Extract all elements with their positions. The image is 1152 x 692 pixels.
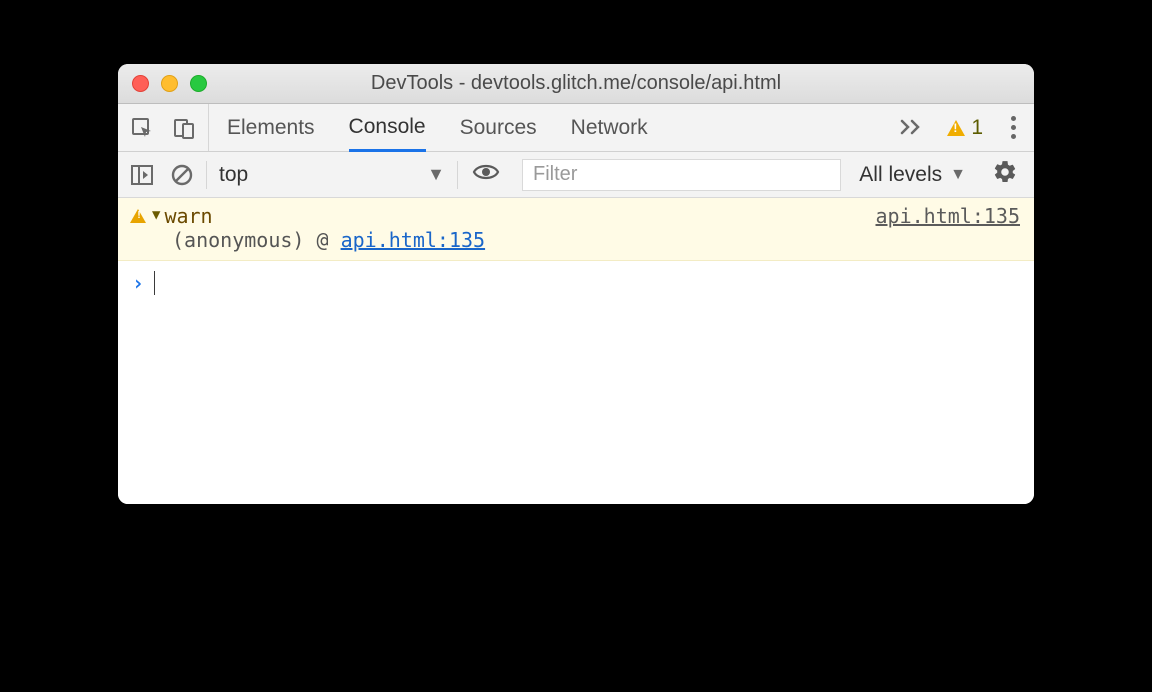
window-minimize-button[interactable] [161,75,178,92]
warning-icon [947,120,965,136]
log-levels-select[interactable]: All levels ▼ [849,163,976,187]
warning-stack-frame: (anonymous) @ api.html:135 [130,228,1020,252]
main-menu-button[interactable] [993,116,1034,139]
kebab-icon [1011,116,1016,139]
execution-context-value: top [219,163,248,187]
live-expression-icon[interactable] [472,162,500,182]
prompt-chevron-icon: › [132,271,144,295]
tab-sources[interactable]: Sources [460,104,537,151]
window-close-button[interactable] [132,75,149,92]
text-caret [154,271,155,295]
chevron-down-icon: ▼ [427,164,445,185]
more-tabs-button[interactable] [885,115,937,141]
console-output: ▼ warn api.html:135 (anonymous) @ api.ht… [118,198,1034,504]
execution-context-select[interactable]: top ▼ [207,152,457,197]
warning-source-link[interactable]: api.html:135 [876,204,1021,228]
warnings-count: 1 [971,116,983,140]
clear-console-icon[interactable] [170,163,194,187]
window-traffic-lights [132,75,207,92]
disclosure-triangle-icon[interactable]: ▼ [152,207,160,223]
console-sidebar-toggle-icon[interactable] [130,164,154,186]
console-filter-input[interactable] [522,159,841,191]
warnings-badge[interactable]: 1 [937,116,993,140]
log-levels-label: All levels [859,163,942,187]
tab-console[interactable]: Console [349,105,426,152]
tab-elements[interactable]: Elements [227,104,315,151]
devtools-window: DevTools - devtools.glitch.me/console/ap… [118,64,1034,504]
warning-label: warn [164,204,212,228]
console-settings-icon[interactable] [992,159,1018,185]
window-titlebar: DevTools - devtools.glitch.me/console/ap… [118,64,1034,104]
tab-network[interactable]: Network [571,104,648,151]
chevron-down-icon: ▼ [950,166,966,184]
console-warning-message: ▼ warn api.html:135 (anonymous) @ api.ht… [118,198,1034,261]
warning-icon [130,209,146,223]
main-tabsbar: Elements Console Sources Network 1 [118,104,1034,152]
window-maximize-button[interactable] [190,75,207,92]
inspect-element-icon[interactable] [130,116,154,140]
console-toolbar: top ▼ All levels ▼ [118,152,1034,198]
stack-frame-link[interactable]: api.html:135 [341,228,486,252]
console-prompt[interactable]: › [118,261,1034,305]
window-title: DevTools - devtools.glitch.me/console/ap… [118,72,1034,95]
stack-frame-prefix: (anonymous) @ [172,228,341,252]
device-toggle-icon[interactable] [172,116,196,140]
